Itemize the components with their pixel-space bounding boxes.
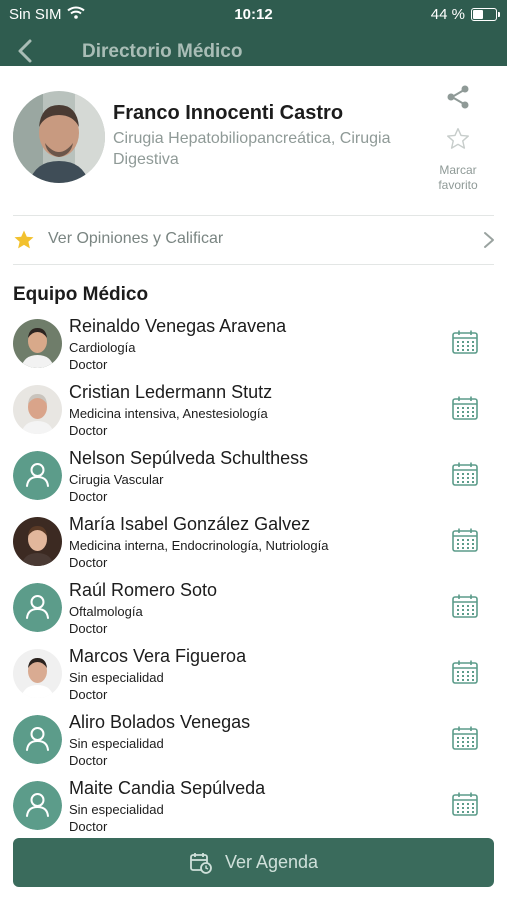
team-member-row[interactable]: María Isabel González Galvez Medicina int… xyxy=(0,512,507,578)
member-name: Aliro Bolados Venegas xyxy=(69,712,251,732)
avatar xyxy=(13,319,62,368)
back-button[interactable] xyxy=(12,36,38,66)
member-role: Doctor xyxy=(69,621,108,636)
member-role: Doctor xyxy=(69,753,108,768)
opinions-row[interactable]: Ver Opiniones y Calificar xyxy=(0,216,507,264)
battery-icon xyxy=(471,8,500,21)
avatar xyxy=(13,517,62,566)
member-specialty: Sin especialidad xyxy=(69,802,164,817)
team-member-row[interactable]: Cristian Ledermann Stutz Medicina intensi… xyxy=(0,380,507,446)
member-role: Doctor xyxy=(69,423,108,438)
star-icon xyxy=(14,230,34,249)
member-name: Marcos Vera Figueroa xyxy=(69,646,247,666)
team-member-row[interactable]: Marcos Vera Figueroa Sin especialidad Doct… xyxy=(0,644,507,710)
page-title: Directorio Médico xyxy=(82,41,243,62)
calendar-icon[interactable] xyxy=(451,395,479,421)
calendar-icon[interactable] xyxy=(451,791,479,817)
member-name: María Isabel González Galvez xyxy=(69,514,311,534)
chevron-left-icon xyxy=(18,39,32,63)
member-name: Maite Candia Sepúlveda xyxy=(69,778,266,798)
avatar xyxy=(13,385,62,434)
section-title: Equipo Médico xyxy=(13,284,149,305)
share-button[interactable] xyxy=(445,84,471,110)
member-name: Cristian Ledermann Stutz xyxy=(69,382,273,402)
member-role: Doctor xyxy=(69,819,108,834)
favorite-label: Marcar favorito xyxy=(438,163,478,192)
status-bar: Sin SIM 10:12 44 % xyxy=(0,0,507,28)
member-role: Doctor xyxy=(69,357,108,372)
member-specialty: Sin especialidad xyxy=(69,670,164,685)
doctor-photo xyxy=(13,91,105,183)
agenda-label: Ver Agenda xyxy=(224,852,319,872)
share-icon xyxy=(447,85,469,109)
avatar-placeholder-icon xyxy=(13,715,62,764)
avatar-placeholder-icon xyxy=(13,583,62,632)
divider xyxy=(13,264,494,265)
calendar-icon[interactable] xyxy=(451,329,479,355)
calendar-icon[interactable] xyxy=(451,461,479,487)
app-header: Sin SIM 10:12 44 % Directorio Médico xyxy=(0,0,507,66)
calendar-icon[interactable] xyxy=(451,527,479,553)
team-member-row[interactable]: Raúl Romero Soto Oftalmología Doctor xyxy=(0,578,507,644)
member-specialty: Cirugia Vascular xyxy=(69,472,164,487)
member-role: Doctor xyxy=(69,489,108,504)
member-specialty: Medicina interna, Endocrinología, Nutrio… xyxy=(69,538,329,553)
battery-percent: 44 % xyxy=(430,6,465,23)
calendar-icon[interactable] xyxy=(451,725,479,751)
avatar-placeholder-icon xyxy=(13,781,62,830)
member-specialty: Cardiología xyxy=(69,340,136,355)
doctor-name: Franco Innocenti Castro xyxy=(113,102,344,124)
status-right: 44 % xyxy=(430,6,500,23)
avatar xyxy=(13,649,62,698)
calendar-icon[interactable] xyxy=(451,593,479,619)
calendar-clock-icon xyxy=(190,852,212,874)
member-name: Reinaldo Venegas Aravena xyxy=(69,316,287,336)
member-role: Doctor xyxy=(69,555,108,570)
avatar-placeholder-icon xyxy=(13,451,62,500)
member-name: Raúl Romero Soto xyxy=(69,580,218,600)
calendar-icon[interactable] xyxy=(451,659,479,685)
favorite-button[interactable] xyxy=(445,126,471,152)
member-specialty: Sin especialidad xyxy=(69,736,164,751)
agenda-button[interactable]: Ver Agenda xyxy=(13,838,494,887)
doctor-specialty: Cirugia Hepatobiliopancreática, Cirugia … xyxy=(113,130,391,168)
team-member-row[interactable]: Aliro Bolados Venegas Sin especialidad Doc… xyxy=(0,710,507,776)
member-name: Nelson Sepúlveda Schulthess xyxy=(69,448,309,468)
member-specialty: Oftalmología xyxy=(69,604,143,619)
battery-fill xyxy=(473,10,483,19)
team-member-row[interactable]: Reinaldo Venegas Aravena Cardiología Docto… xyxy=(0,314,507,380)
member-role: Doctor xyxy=(69,687,108,702)
chevron-right-icon xyxy=(484,232,494,248)
opinions-label: Ver Opiniones y Calificar xyxy=(48,230,224,247)
member-specialty: Medicina intensiva, Anestesiología xyxy=(69,406,268,421)
star-outline-icon xyxy=(447,128,469,149)
team-list: Reinaldo Venegas Aravena Cardiología Docto… xyxy=(0,314,507,842)
team-member-row[interactable]: Maite Candia Sepúlveda Sin especialidad Do… xyxy=(0,776,507,842)
team-member-row[interactable]: Nelson Sepúlveda Schulthess Cirugia Vascu… xyxy=(0,446,507,512)
